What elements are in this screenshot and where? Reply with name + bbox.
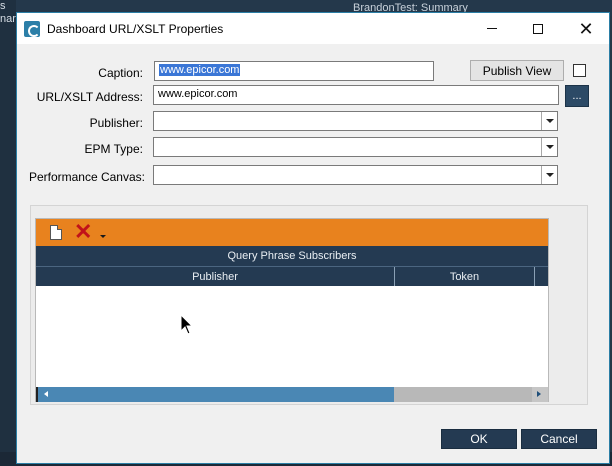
publish-view-button[interactable]: Publish View <box>470 60 564 81</box>
column-header-publisher[interactable]: Publisher <box>36 267 395 286</box>
column-header-token[interactable]: Token <box>395 267 535 286</box>
performance-canvas-label: Performance Canvas: <box>28 170 145 184</box>
epm-type-label: EPM Type: <box>84 142 143 156</box>
chevron-down-icon <box>545 173 554 177</box>
chevron-down-icon <box>545 119 554 123</box>
scroll-right-icon[interactable] <box>537 391 541 397</box>
background-left-text-1: s <box>0 0 6 12</box>
epm-type-dropdown-button[interactable] <box>541 138 557 156</box>
publisher-label: Publisher: <box>89 116 143 130</box>
grid-toolbar: ✕ <box>36 219 548 246</box>
subscribers-grid: ✕ Query Phrase Subscribers Publisher Tok… <box>35 218 549 402</box>
caption-input[interactable]: www.epicor.com <box>154 61 434 81</box>
caption-input-value: www.epicor.com <box>159 64 241 76</box>
publisher-dropdown-button[interactable] <box>541 112 557 130</box>
dropdown-arrow-icon[interactable] <box>100 235 106 238</box>
close-button[interactable]: ✕ <box>563 13 609 44</box>
grid-body[interactable] <box>36 286 548 386</box>
minimize-icon <box>487 28 497 29</box>
url-label: URL/XSLT Address: <box>36 90 143 104</box>
publisher-combo[interactable] <box>153 111 558 131</box>
scroll-left-icon[interactable] <box>44 391 48 397</box>
dialog-title: Dashboard URL/XSLT Properties <box>47 22 224 36</box>
ok-button[interactable]: OK <box>441 429 517 449</box>
publish-view-checkbox[interactable] <box>573 64 586 77</box>
minimize-button[interactable] <box>469 13 515 44</box>
browse-button[interactable]: ... <box>565 85 589 107</box>
maximize-icon <box>533 23 543 34</box>
subscribers-panel: ✕ Query Phrase Subscribers Publisher Tok… <box>30 205 588 405</box>
scrollbar-thumb[interactable] <box>38 387 394 402</box>
dialog-titlebar[interactable]: Dashboard URL/XSLT Properties ✕ <box>17 13 609 44</box>
chevron-down-icon <box>545 145 554 149</box>
cancel-button[interactable]: Cancel <box>521 429 597 449</box>
grid-header-row: Publisher Token <box>36 266 548 286</box>
caption-label: Caption: <box>98 66 143 80</box>
performance-canvas-dropdown-button[interactable] <box>541 166 557 184</box>
background-left-text-2: nar <box>0 13 16 25</box>
grid-title: Query Phrase Subscribers <box>36 246 548 266</box>
delete-x-icon[interactable]: ✕ <box>74 221 92 243</box>
new-document-icon[interactable] <box>50 225 62 240</box>
epicor-app-icon <box>24 21 40 37</box>
scrollbar-track[interactable] <box>394 387 532 402</box>
url-input[interactable]: www.epicor.com <box>153 85 559 105</box>
mouse-cursor-icon <box>180 314 194 335</box>
horizontal-scrollbar[interactable] <box>36 387 548 402</box>
close-icon: ✕ <box>578 18 594 39</box>
background-left-strip <box>0 0 16 466</box>
properties-dialog: Dashboard URL/XSLT Properties ✕ Caption:… <box>16 12 610 464</box>
maximize-button[interactable] <box>515 13 561 44</box>
epm-type-combo[interactable] <box>153 137 558 157</box>
performance-canvas-combo[interactable] <box>153 165 558 185</box>
